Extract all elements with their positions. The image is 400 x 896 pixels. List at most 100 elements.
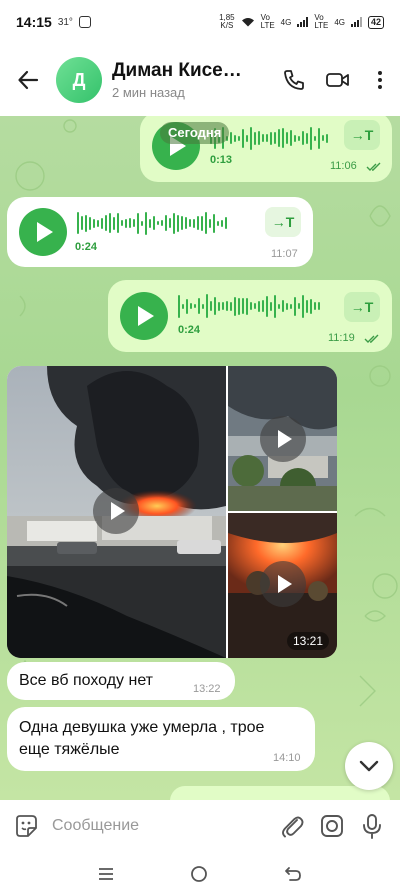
voice-play-button[interactable] [19, 208, 67, 256]
message-time: 13:21 [286, 632, 329, 650]
waveform-bar [270, 301, 272, 311]
chat-area[interactable]: 0:13 →T 11:06 Сегодня 0:24 →T 11:07 0:24… [0, 116, 400, 800]
double-check-icon [364, 334, 379, 343]
back-button[interactable] [0, 44, 56, 116]
sticker-button[interactable] [6, 806, 46, 846]
waveform-bar [121, 220, 123, 226]
waveform-bar [302, 294, 304, 318]
album-video-1[interactable] [7, 366, 226, 658]
waveform-bar [217, 220, 219, 226]
waveform-bar [310, 298, 312, 314]
message-voice-out-2[interactable]: 0:24 →T 11:19 [108, 280, 392, 352]
video-call-button[interactable] [316, 58, 360, 102]
last-seen: 2 мин назад [112, 85, 185, 100]
waveform-bar [133, 219, 135, 227]
waveform-bar [242, 298, 244, 314]
voice-waveform[interactable] [77, 209, 227, 237]
net1-type: 4G [280, 17, 292, 27]
waveform-bar [298, 135, 300, 141]
avatar[interactable]: Д [56, 57, 102, 103]
message-input[interactable]: Сообщение [52, 817, 272, 835]
voice-play-button[interactable] [120, 292, 168, 340]
call-button[interactable] [272, 58, 316, 102]
waveform-bar [161, 220, 163, 226]
waveform-bar [198, 298, 200, 314]
home-icon[interactable] [190, 865, 208, 883]
waveform-bar [206, 294, 208, 318]
arrow-left-icon [18, 70, 39, 90]
waveform-bar [310, 126, 312, 150]
waveform-bar [221, 219, 223, 227]
waveform-bar [189, 219, 191, 227]
message-text-in-2[interactable]: Одна девушка уже умерла , трое еще тяжёл… [7, 707, 315, 771]
waveform-bar [165, 215, 167, 231]
video-play-button[interactable] [260, 561, 306, 607]
message-text-in-1[interactable]: Все вб походу нет 13:22 [7, 662, 235, 700]
chevron-down-icon [359, 760, 379, 772]
waveform-bar [226, 301, 228, 311]
recents-icon[interactable] [98, 867, 114, 881]
video-play-button[interactable] [260, 416, 306, 462]
waveform-bar [141, 220, 143, 226]
waveform-bar [294, 296, 296, 316]
message-voice-in-1[interactable]: 0:24 →T 11:07 [7, 197, 313, 267]
date-separator: Сегодня [160, 122, 230, 144]
waveform-bar [234, 296, 236, 316]
waveform-bar [197, 216, 199, 230]
waveform-bar [101, 217, 103, 229]
contact-info[interactable]: Диман Кисе… 2 мин назад [112, 60, 272, 100]
waveform-bar [89, 216, 91, 230]
waveform-bar [238, 135, 240, 141]
video-camera-icon [326, 73, 349, 87]
album-video-2[interactable] [228, 366, 337, 511]
waveform-bar [258, 300, 260, 312]
play-icon [138, 306, 154, 326]
waveform-bar [209, 218, 211, 228]
transcribe-button[interactable]: →T [344, 120, 380, 150]
waveform-bar [190, 303, 192, 309]
status-indicators: 1,85 K/S Vo LTE 4G Vo LTE 4G 42 [219, 14, 384, 30]
camera-button[interactable] [312, 806, 352, 846]
back-nav-icon[interactable] [284, 866, 302, 882]
waveform-bar [290, 303, 292, 309]
video-play-button[interactable] [93, 488, 139, 534]
waveform-bar [286, 132, 288, 144]
waveform-bar [201, 215, 203, 231]
waveform-bar [282, 300, 284, 312]
waveform-bar [113, 216, 115, 230]
waveform-bar [246, 297, 248, 315]
waveform-bar [246, 134, 248, 142]
waveform-bar [169, 218, 171, 228]
message-time: 13:22 [193, 683, 221, 695]
waveform-bar [109, 213, 111, 233]
status-bar: 14:15 31° 1,85 K/S Vo LTE 4G Vo LTE 4G 4… [0, 0, 400, 44]
transcribe-button[interactable]: →T [344, 292, 380, 322]
waveform-bar [318, 127, 320, 149]
wifi-icon [241, 18, 254, 27]
voice-waveform[interactable] [178, 292, 320, 320]
message-time: 11:07 [271, 248, 298, 260]
waveform-bar [181, 216, 183, 230]
message-time: 11:19 [328, 332, 355, 344]
waveform-bar [97, 219, 99, 227]
more-menu-button[interactable] [360, 58, 400, 102]
waveform-bar [326, 133, 328, 143]
message-out-partial[interactable] [170, 786, 390, 800]
waveform-bar [290, 130, 292, 146]
waveform-bar [258, 131, 260, 145]
media-album[interactable]: 13:21 [7, 366, 337, 658]
transcribe-button[interactable]: →T [265, 207, 301, 237]
waveform-bar [274, 132, 276, 144]
waveform-bar [210, 301, 212, 311]
attach-button[interactable] [272, 806, 312, 846]
waveform-bar [306, 132, 308, 144]
waveform-bar [105, 215, 107, 231]
waveform-bar [157, 221, 159, 225]
waveform-bar [129, 218, 131, 228]
waveform-bar [213, 213, 215, 233]
waveform-bar [230, 301, 232, 311]
waveform-bar [93, 218, 95, 228]
voice-record-button[interactable] [352, 806, 392, 846]
scroll-to-bottom-button[interactable] [345, 742, 393, 790]
waveform-bar [254, 131, 256, 145]
